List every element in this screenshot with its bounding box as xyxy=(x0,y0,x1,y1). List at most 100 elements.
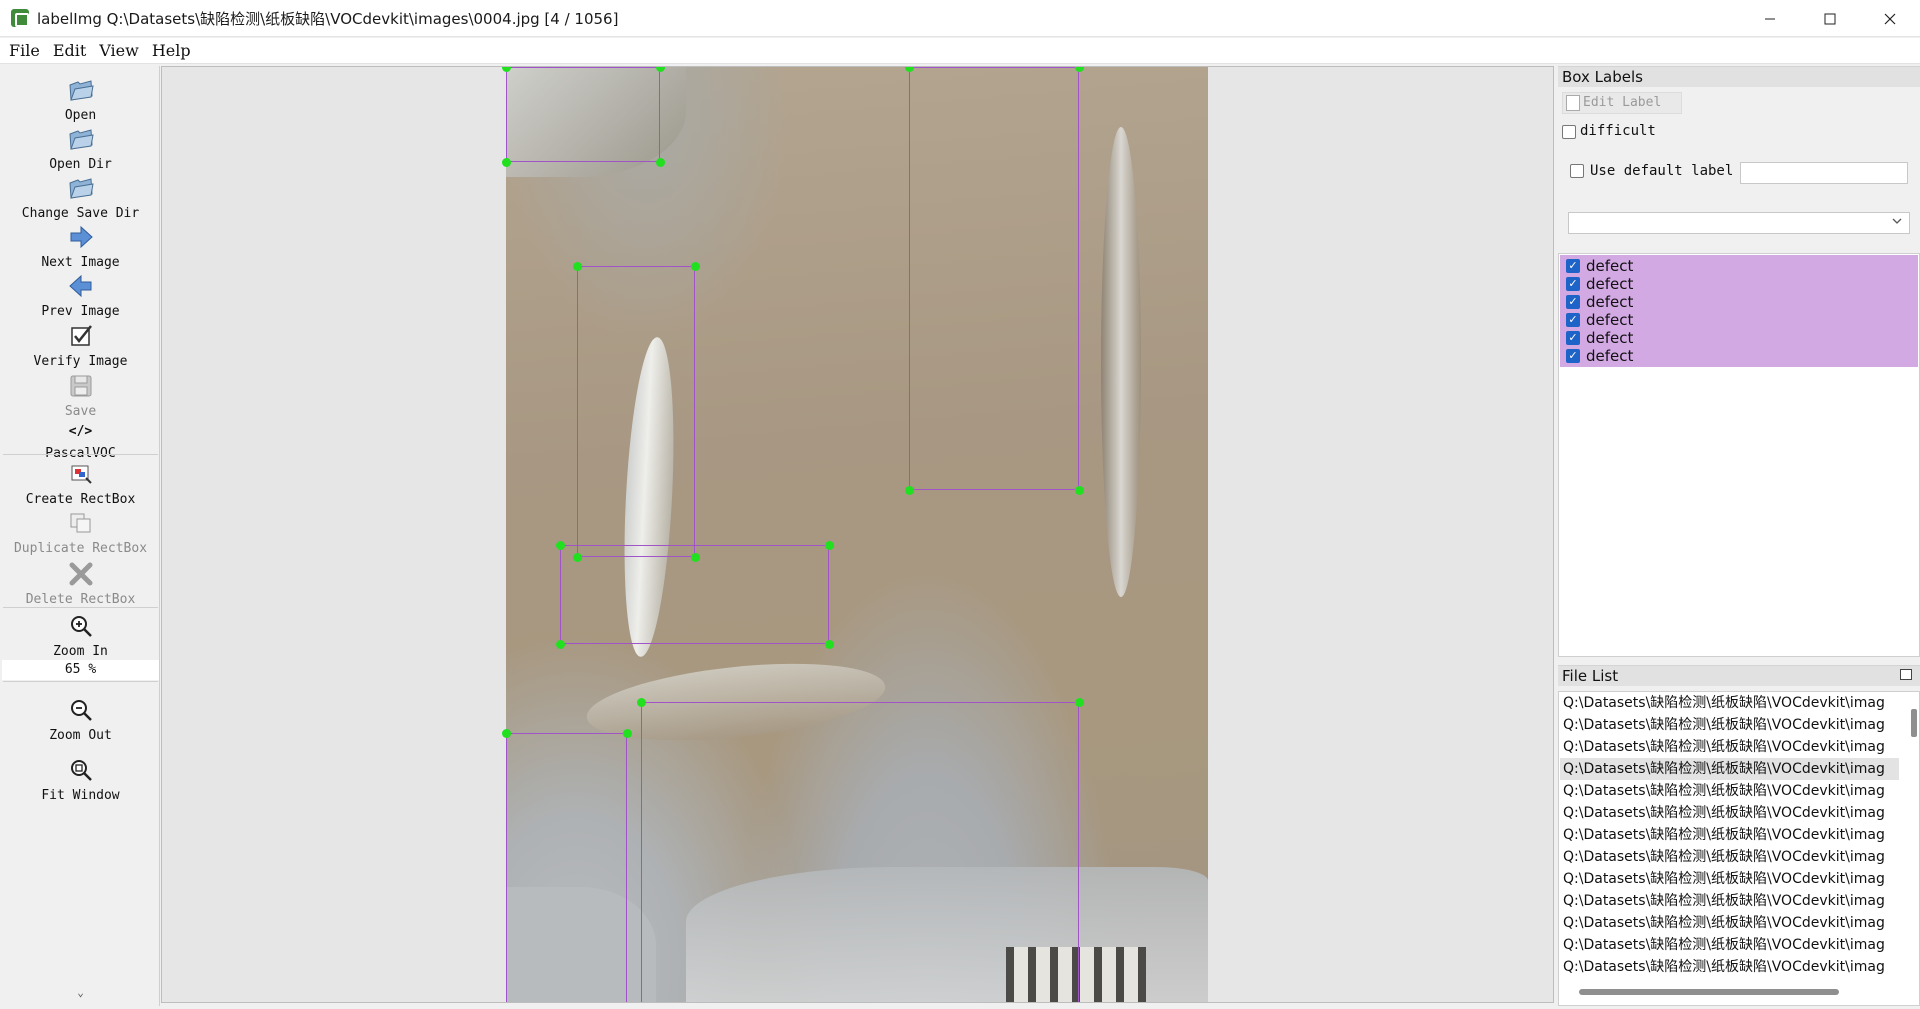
minimize-button[interactable] xyxy=(1740,0,1800,37)
box-handle[interactable] xyxy=(556,640,565,649)
close-button[interactable] xyxy=(1860,0,1920,37)
box-handle[interactable] xyxy=(502,158,511,167)
open-dir-label: Open Dir xyxy=(49,157,112,172)
next-image-button[interactable]: Next Image xyxy=(1,223,160,270)
menu-help[interactable]: Help xyxy=(152,41,191,60)
open-button[interactable]: Open xyxy=(1,76,160,123)
change-save-dir-label: Change Save Dir xyxy=(21,206,140,221)
zoom-value-field[interactable]: 65 % xyxy=(2,660,159,680)
checked-checkbox-icon[interactable]: ✓ xyxy=(1566,331,1580,345)
zoom-in-label: Zoom In xyxy=(53,644,108,659)
box-handle[interactable] xyxy=(825,640,834,649)
file-list-item[interactable]: Q:\Datasets\缺陷检测\纸板缺陷\VOCdevkit\imag xyxy=(1563,714,1899,736)
menu-edit[interactable]: Edit xyxy=(53,41,86,60)
code-icon: </> xyxy=(68,424,93,439)
file-list-vertical-scrollbar[interactable] xyxy=(1910,704,1918,1004)
box-handle[interactable] xyxy=(656,158,665,167)
bounding-box[interactable] xyxy=(577,266,695,557)
box-handle[interactable] xyxy=(1075,698,1084,707)
box-handle[interactable] xyxy=(556,541,565,550)
save-button[interactable]: Save xyxy=(1,372,160,419)
box-handle[interactable] xyxy=(1075,486,1084,495)
window-title: labelImg Q:\Datasets\缺陷检测\纸板缺陷\VOCdevkit… xyxy=(37,9,619,28)
folder-icon xyxy=(68,129,94,150)
fit-window-label: Fit Window xyxy=(41,788,120,803)
checked-checkbox-icon[interactable]: ✓ xyxy=(1566,349,1580,363)
box-handle[interactable] xyxy=(691,553,700,562)
box-handle[interactable] xyxy=(623,729,632,738)
toolbar-separator xyxy=(3,454,158,455)
scrollbar-thumb[interactable] xyxy=(1911,709,1917,737)
prev-image-button[interactable]: Prev Image xyxy=(1,272,160,319)
labelimg-app-icon xyxy=(11,9,29,27)
file-list-item[interactable]: Q:\Datasets\缺陷检测\纸板缺陷\VOCdevkit\imag xyxy=(1563,956,1899,978)
duplicate-rectbox-button[interactable]: Duplicate RectBox xyxy=(1,509,160,556)
duplicate-rectbox-label: Duplicate RectBox xyxy=(13,541,148,556)
file-list-item[interactable]: Q:\Datasets\缺陷检测\纸板缺陷\VOCdevkit\imag xyxy=(1563,868,1899,890)
file-list-item[interactable]: Q:\Datasets\缺陷检测\纸板缺陷\VOCdevkit\imag xyxy=(1563,824,1899,846)
bounding-box[interactable] xyxy=(506,67,660,162)
dock-float-icon[interactable] xyxy=(1900,669,1912,680)
file-list-item[interactable]: Q:\Datasets\缺陷检测\纸板缺陷\VOCdevkit\imag xyxy=(1563,780,1899,802)
menu-file[interactable]: File xyxy=(9,41,40,60)
zoom-in-button[interactable]: Zoom In xyxy=(1,612,160,659)
verify-image-button[interactable]: Verify Image xyxy=(1,322,160,369)
checked-checkbox-icon[interactable]: ✓ xyxy=(1566,295,1580,309)
file-list: Q:\Datasets\缺陷检测\纸板缺陷\VOCdevkit\imag Q:\… xyxy=(1558,691,1920,1006)
delete-icon xyxy=(69,562,92,586)
default-label-input[interactable] xyxy=(1740,162,1908,184)
zoom-out-button[interactable]: Zoom Out xyxy=(1,696,160,743)
file-list-item[interactable]: Q:\Datasets\缺陷检测\纸板缺陷\VOCdevkit\imag xyxy=(1563,802,1899,824)
maximize-button[interactable] xyxy=(1800,0,1860,37)
arrow-right-icon xyxy=(70,225,93,249)
edit-label-button[interactable]: Edit Label xyxy=(1562,92,1682,114)
prev-image-label: Prev Image xyxy=(41,304,120,319)
file-list-item[interactable]: Q:\Datasets\缺陷检测\纸板缺陷\VOCdevkit\imag xyxy=(1563,846,1899,868)
file-list-item[interactable]: Q:\Datasets\缺陷检测\纸板缺陷\VOCdevkit\imag xyxy=(1563,912,1899,934)
label-list-item[interactable]: ✓ defect xyxy=(1560,345,1918,367)
close-icon xyxy=(1884,13,1896,24)
bounding-box[interactable] xyxy=(506,733,627,1002)
box-handle[interactable] xyxy=(905,486,914,495)
ridge-shape xyxy=(1101,127,1141,597)
window-controls xyxy=(1740,0,1920,37)
use-default-label-checkbox[interactable] xyxy=(1570,164,1584,178)
file-list-item[interactable]: Q:\Datasets\缺陷检测\纸板缺陷\VOCdevkit\imag xyxy=(1563,890,1899,912)
file-list-item[interactable]: Q:\Datasets\缺陷检测\纸板缺陷\VOCdevkit\imag xyxy=(1563,692,1899,714)
zoom-out-icon xyxy=(70,700,92,721)
left-toolbar: Open Open Dir Change Save Dir Next Image… xyxy=(1,66,160,1006)
checked-checkbox-icon[interactable]: ✓ xyxy=(1566,277,1580,291)
title-bar: labelImg Q:\Datasets\缺陷检测\纸板缺陷\VOCdevkit… xyxy=(0,0,1920,37)
box-handle[interactable] xyxy=(637,698,646,707)
file-list-item[interactable]: Q:\Datasets\缺陷检测\纸板缺陷\VOCdevkit\imag xyxy=(1563,934,1899,956)
fit-window-button[interactable]: Fit Window xyxy=(1,756,160,803)
box-handle[interactable] xyxy=(573,262,582,271)
minimize-icon xyxy=(1765,18,1775,19)
difficult-checkbox[interactable] xyxy=(1562,125,1576,139)
delete-rectbox-button[interactable]: Delete RectBox xyxy=(1,560,160,607)
maximize-icon xyxy=(1824,13,1836,24)
bounding-box[interactable] xyxy=(641,702,1079,1002)
file-list-item[interactable]: Q:\Datasets\缺陷检测\纸板缺陷\VOCdevkit\imag xyxy=(1563,736,1899,758)
checked-checkbox-icon[interactable]: ✓ xyxy=(1566,313,1580,327)
canvas-area[interactable] xyxy=(161,66,1554,1003)
box-handle[interactable] xyxy=(691,262,700,271)
box-handle[interactable] xyxy=(573,553,582,562)
file-list-item-selected[interactable]: Q:\Datasets\缺陷检测\纸板缺陷\VOCdevkit\imag xyxy=(1560,758,1899,780)
bounding-box[interactable] xyxy=(909,67,1079,490)
folder-icon xyxy=(68,178,94,199)
menu-view[interactable]: View xyxy=(99,41,139,60)
edit-icon xyxy=(1566,95,1580,111)
checked-checkbox-icon[interactable]: ✓ xyxy=(1566,259,1580,273)
toolbar-separator xyxy=(3,681,158,682)
label-dropdown[interactable] xyxy=(1568,212,1910,234)
change-save-dir-button[interactable]: Change Save Dir xyxy=(1,174,160,221)
zoom-in-icon xyxy=(70,616,92,637)
box-handle[interactable] xyxy=(825,541,834,550)
use-default-label-text: Use default label xyxy=(1590,163,1734,179)
file-list-horizontal-scrollbar[interactable] xyxy=(1579,989,1839,995)
box-handle[interactable] xyxy=(502,729,511,738)
toolbar-more-icon[interactable]: ⌄ xyxy=(1,986,160,999)
create-rectbox-button[interactable]: Create RectBox xyxy=(1,460,160,507)
open-dir-button[interactable]: Open Dir xyxy=(1,125,160,172)
